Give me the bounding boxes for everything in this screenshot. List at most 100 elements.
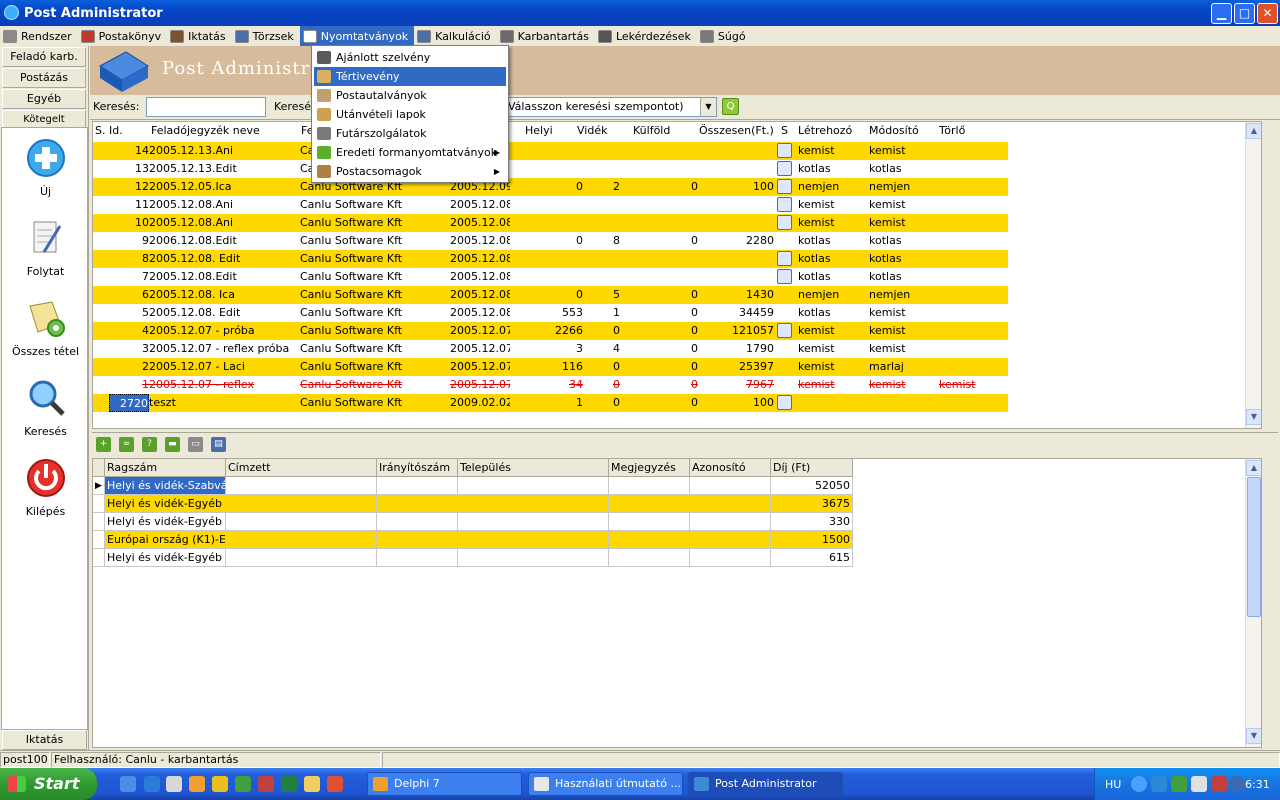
grid2-header-cell[interactable]: Megjegyzés	[609, 459, 690, 477]
taskbar-button-0[interactable]: Delphi 7	[367, 772, 522, 796]
grid2-header-cell[interactable]: Ragszám	[105, 459, 226, 477]
grid1-header-cell[interactable]: Létrehozó	[798, 122, 852, 140]
tray-update-icon[interactable]	[1229, 776, 1245, 792]
printer-icon[interactable]	[777, 395, 792, 410]
menu-4[interactable]: Nyomtatványok	[299, 26, 415, 46]
search-criteria-select[interactable]: Válasszon keresési szempontot) ▼	[504, 97, 717, 117]
grid1-header-cell[interactable]: Összesen(Ft.)	[699, 122, 774, 140]
menu-0[interactable]: Rendszer	[0, 26, 78, 46]
table-row[interactable]: 11 2005.12.08.Ani Canlu Software Kft 2005.1…	[93, 196, 1008, 214]
delete-icon[interactable]: ▬	[165, 437, 180, 452]
dropdown-item-4[interactable]: Futárszolgálatok	[314, 124, 506, 143]
dropdown-item-3[interactable]: Utánvételi lapok	[314, 105, 506, 124]
grid2-header-cell[interactable]: Címzett	[226, 459, 377, 477]
dropdown-item-0[interactable]: Ajánlott szelvény	[314, 48, 506, 67]
table-row[interactable]: ▶Helyi és vidék-Szabvány 52050	[93, 477, 853, 495]
quicklaunch-browser-icon[interactable]	[120, 776, 136, 792]
printer-icon[interactable]	[777, 161, 792, 176]
scroll-down-icon[interactable]: ▼	[1246, 409, 1261, 425]
table-row[interactable]: Európai ország (K1)-Egyéb 1500	[93, 531, 853, 549]
taskbar-button-2[interactable]: Post Administrator	[688, 772, 843, 796]
scroll-up-icon[interactable]: ▲	[1246, 123, 1261, 139]
grid1-header-cell[interactable]: Törlő	[939, 122, 965, 140]
export-icon[interactable]: ▤	[211, 437, 226, 452]
table-row[interactable]: Helyi és vidék-Egyéb levél 330	[93, 513, 853, 531]
table-row[interactable]: 2720 teszt Canlu Software Kft 2009.02.02 1 0 0…	[93, 394, 1008, 412]
grid1-header-cell[interactable]: S.	[95, 122, 105, 140]
table-row[interactable]: 4 2005.12.07 - próba Canlu Software Kft 200…	[93, 322, 1008, 340]
tray-shield-icon[interactable]	[1211, 776, 1227, 792]
print-icon[interactable]: ▭	[188, 437, 203, 452]
grid1-header-cell[interactable]: Feladójegyzék neve	[151, 122, 260, 140]
grid2-header-cell[interactable]: Irányítószám	[377, 459, 458, 477]
table-row[interactable]: Helyi és vidék-Egyéb levél 615	[93, 549, 853, 567]
search-go-button[interactable]: Q	[722, 98, 739, 115]
table-row[interactable]: 1 2005.12.07 - reflex Canlu Software Kft 20…	[93, 376, 1008, 394]
dropdown-item-1[interactable]: Tértivevény	[314, 67, 506, 86]
taskbar-button-1[interactable]: Használati útmutató ...	[528, 772, 683, 796]
add-icon[interactable]: +	[96, 437, 111, 452]
printer-icon[interactable]	[777, 269, 792, 284]
tray-arrow-icon[interactable]	[1131, 776, 1147, 792]
grid2-header-cell[interactable]: Település	[458, 459, 609, 477]
chevron-down-icon[interactable]: ▼	[700, 98, 716, 116]
grid1-header-cell[interactable]: Módosító	[869, 122, 919, 140]
tray-device-icon[interactable]	[1191, 776, 1207, 792]
menu-5[interactable]: Kalkuláció	[414, 26, 496, 46]
kilepes-button[interactable]: Kilépés	[2, 458, 89, 518]
grid1-header-cell[interactable]: Vidék	[577, 122, 607, 140]
menu-6[interactable]: Karbantartás	[497, 26, 595, 46]
iktatas-button[interactable]: Iktatás	[2, 730, 87, 750]
osszes-tetel-button[interactable]: Összes tétel	[2, 298, 89, 358]
printer-icon[interactable]	[777, 215, 792, 230]
detail-grid-scrollbar[interactable]: ▲ ▼	[1245, 459, 1261, 747]
quicklaunch-messenger-icon[interactable]	[304, 776, 320, 792]
quicklaunch-app-icon[interactable]	[235, 776, 251, 792]
scroll-thumb[interactable]	[1247, 477, 1261, 617]
close-button[interactable]: ✕	[1257, 3, 1278, 24]
quicklaunch-delphi-icon[interactable]	[189, 776, 205, 792]
table-row[interactable]: 10 2005.12.08.Ani Canlu Software Kft 2005.1…	[93, 214, 1008, 232]
postazas-button[interactable]: Postázás	[2, 68, 86, 88]
table-row[interactable]: 12 2005.12.05.Ica Canlu Software Kft 2005.1…	[93, 178, 1008, 196]
quicklaunch-media-icon[interactable]	[212, 776, 228, 792]
tray-user-icon[interactable]	[1171, 776, 1187, 792]
quicklaunch-ie-icon[interactable]	[144, 776, 160, 792]
quicklaunch-disk-icon[interactable]	[166, 776, 182, 792]
kereses-button[interactable]: Keresés	[2, 378, 89, 438]
quicklaunch-chrome-icon[interactable]	[327, 776, 343, 792]
feldo-karb-button[interactable]: Feladó karb.	[2, 47, 86, 67]
menu-1[interactable]: Postakönyv	[78, 26, 167, 46]
printer-icon[interactable]	[777, 143, 792, 158]
quicklaunch-paint-icon[interactable]	[258, 776, 274, 792]
table-row[interactable]: 9 2006.12.08.Edit Canlu Software Kft 2005.1…	[93, 232, 1008, 250]
start-button[interactable]: Start	[0, 768, 97, 800]
table-row[interactable]: Helyi és vidék-Egyéb levél 3675	[93, 495, 853, 513]
search-input[interactable]	[146, 97, 266, 117]
printer-icon[interactable]	[777, 251, 792, 266]
tray-network-icon[interactable]	[1151, 776, 1167, 792]
egyeb-button[interactable]: Egyéb	[2, 89, 86, 109]
menu-2[interactable]: Iktatás	[167, 26, 231, 46]
uj-button[interactable]: Új	[2, 138, 89, 198]
table-row[interactable]: 3 2005.12.07 - reflex próba Canlu Software…	[93, 340, 1008, 358]
table-row[interactable]: 7 2005.12.08.Edit Canlu Software Kft 2005.1…	[93, 268, 1008, 286]
mail-list-scrollbar[interactable]: ▲ ▼	[1245, 122, 1261, 428]
menu-8[interactable]: Súgó	[697, 26, 752, 46]
grid2-header-cell[interactable]: Azonosító	[690, 459, 771, 477]
table-row[interactable]: 5 2005.12.08. Edit Canlu Software Kft 2005.…	[93, 304, 1008, 322]
table-row[interactable]: 14 2005.12.13.Ani Ca kemist kemist	[93, 142, 1008, 160]
grid1-header-cell[interactable]: Külföld	[633, 122, 670, 140]
menu-7[interactable]: Lekérdezések	[595, 26, 697, 46]
grid1-header-cell[interactable]: S	[781, 122, 788, 140]
table-row[interactable]: 6 2005.12.08. Ica Canlu Software Kft 2005.1…	[93, 286, 1008, 304]
printer-icon[interactable]	[777, 323, 792, 338]
table-row[interactable]: 2 2005.12.07 - Laci Canlu Software Kft 2005…	[93, 358, 1008, 376]
printer-icon[interactable]	[777, 197, 792, 212]
scroll-down-icon[interactable]: ▼	[1246, 728, 1261, 744]
menu-3[interactable]: Törzsek	[232, 26, 300, 46]
table-row[interactable]: 13 2005.12.13.Edit Ca kotlas kotlas	[93, 160, 1008, 178]
dropdown-item-5[interactable]: Eredeti formanyomtatványok ▶	[314, 143, 506, 162]
help-icon[interactable]: ?	[142, 437, 157, 452]
language-indicator[interactable]: HU	[1105, 778, 1121, 791]
